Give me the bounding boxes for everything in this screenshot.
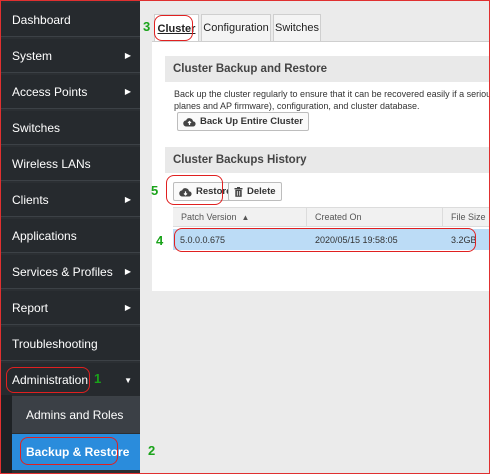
section-header-backup-restore: Cluster Backup and Restore [165,56,490,82]
tab-configuration[interactable]: Configuration [201,14,271,41]
sidebar-item-applications[interactable]: Applications [0,219,140,253]
tab-label: Configuration [203,22,269,34]
column-label: Patch Version [181,212,237,222]
annotation-number-5: 5 [151,183,159,198]
table-header: Patch Version ▲ Created On File Size [173,207,490,227]
sidebar-item-dashboard[interactable]: Dashboard [0,3,140,37]
button-label: Delete [247,186,276,197]
button-label: Restore [196,186,232,197]
sidebar-item-label: Services & Profiles [12,264,113,279]
chevron-right-icon: ▶ [124,51,131,60]
table-row[interactable]: 5.0.0.0.675 2020/05/15 19:58:05 3.2GB [173,229,490,250]
cluster-panel: Cluster Backup and Restore Back up the c… [152,41,490,291]
sidebar-nav: Dashboard System ▶ Access Points ▶ Switc… [0,0,140,474]
sidebar-item-label: Switches [12,120,61,135]
cloud-download-icon [179,187,192,197]
sidebar-item-label: Access Points [12,84,88,99]
tab-label: Switches [274,22,320,34]
annotation-number-4: 4 [156,233,164,248]
sort-ascending-icon: ▲ [241,212,250,222]
cloud-upload-icon [183,117,196,127]
column-header-file-size[interactable]: File Size [451,208,486,226]
sidebar-subitem-admins-and-roles[interactable]: Admins and Roles [12,397,140,433]
delete-button[interactable]: Delete [228,182,282,201]
chevron-right-icon: ▶ [124,303,131,312]
sidebar-item-access-points[interactable]: Access Points ▶ [0,75,140,109]
cell-created-on: 2020/05/15 19:58:05 [315,234,398,245]
sidebar-item-label: Dashboard [12,12,71,27]
tab-cluster[interactable]: Cluster [154,14,199,42]
sidebar-subitem-label: Backup & Restore [26,445,130,459]
tab-label: Cluster [157,22,196,35]
sidebar-item-system[interactable]: System ▶ [0,39,140,73]
cell-patch-version: 5.0.0.0.675 [180,234,226,245]
column-header-created-on[interactable]: Created On [315,208,362,226]
sidebar-item-label: Clients [12,192,49,207]
sidebar-item-label: Troubleshooting [12,336,98,351]
sidebar-subitem-label: Admins and Roles [26,408,124,422]
sidebar-item-switches[interactable]: Switches [0,111,140,145]
annotation-number-3: 3 [143,19,151,34]
sidebar-item-label: Administration [12,372,89,387]
sidebar-item-label: Applications [12,228,77,243]
chevron-right-icon: ▶ [124,87,131,96]
column-header-patch-version[interactable]: Patch Version ▲ [181,208,249,226]
sidebar-item-troubleshooting[interactable]: Troubleshooting [0,327,140,361]
sidebar-item-label: System [12,48,53,63]
chevron-right-icon: ▶ [124,267,131,276]
submenu-gutter [0,395,12,474]
column-divider [442,208,443,226]
column-label: File Size [451,212,486,222]
chevron-down-icon: ▼ [124,376,132,385]
cell-file-size: 3.2GB [451,234,477,245]
column-divider [306,208,307,226]
sidebar-subitem-backup-restore[interactable]: Backup & Restore [12,434,140,470]
trash-icon [234,186,243,197]
back-up-entire-cluster-button[interactable]: Back Up Entire Cluster [177,112,309,131]
chevron-right-icon: ▶ [124,195,131,204]
tab-switches[interactable]: Switches [273,14,321,41]
annotation-number-1: 1 [94,371,102,386]
column-label: Created On [315,212,362,222]
sidebar-item-wireless-lans[interactable]: Wireless LANs [0,147,140,181]
sidebar-item-label: Wireless LANs [12,156,91,171]
sidebar-item-clients[interactable]: Clients ▶ [0,183,140,217]
backup-description: Back up the cluster regularly to ensure … [174,88,490,112]
section-header-backups-history: Cluster Backups History [165,147,490,173]
sidebar-item-label: Report [12,300,49,315]
annotation-number-2: 2 [148,443,156,458]
sidebar-item-services-profiles[interactable]: Services & Profiles ▶ [0,255,140,289]
description-line: planes and AP firmware), configuration, … [174,101,420,111]
description-line: Back up the cluster regularly to ensure … [174,89,490,99]
section-title: Cluster Backup and Restore [173,63,328,75]
sidebar-item-report[interactable]: Report ▶ [0,291,140,325]
section-title: Cluster Backups History [173,154,307,166]
sidebar-item-administration[interactable]: Administration ▼ [0,363,140,397]
button-label: Back Up Entire Cluster [200,116,303,127]
